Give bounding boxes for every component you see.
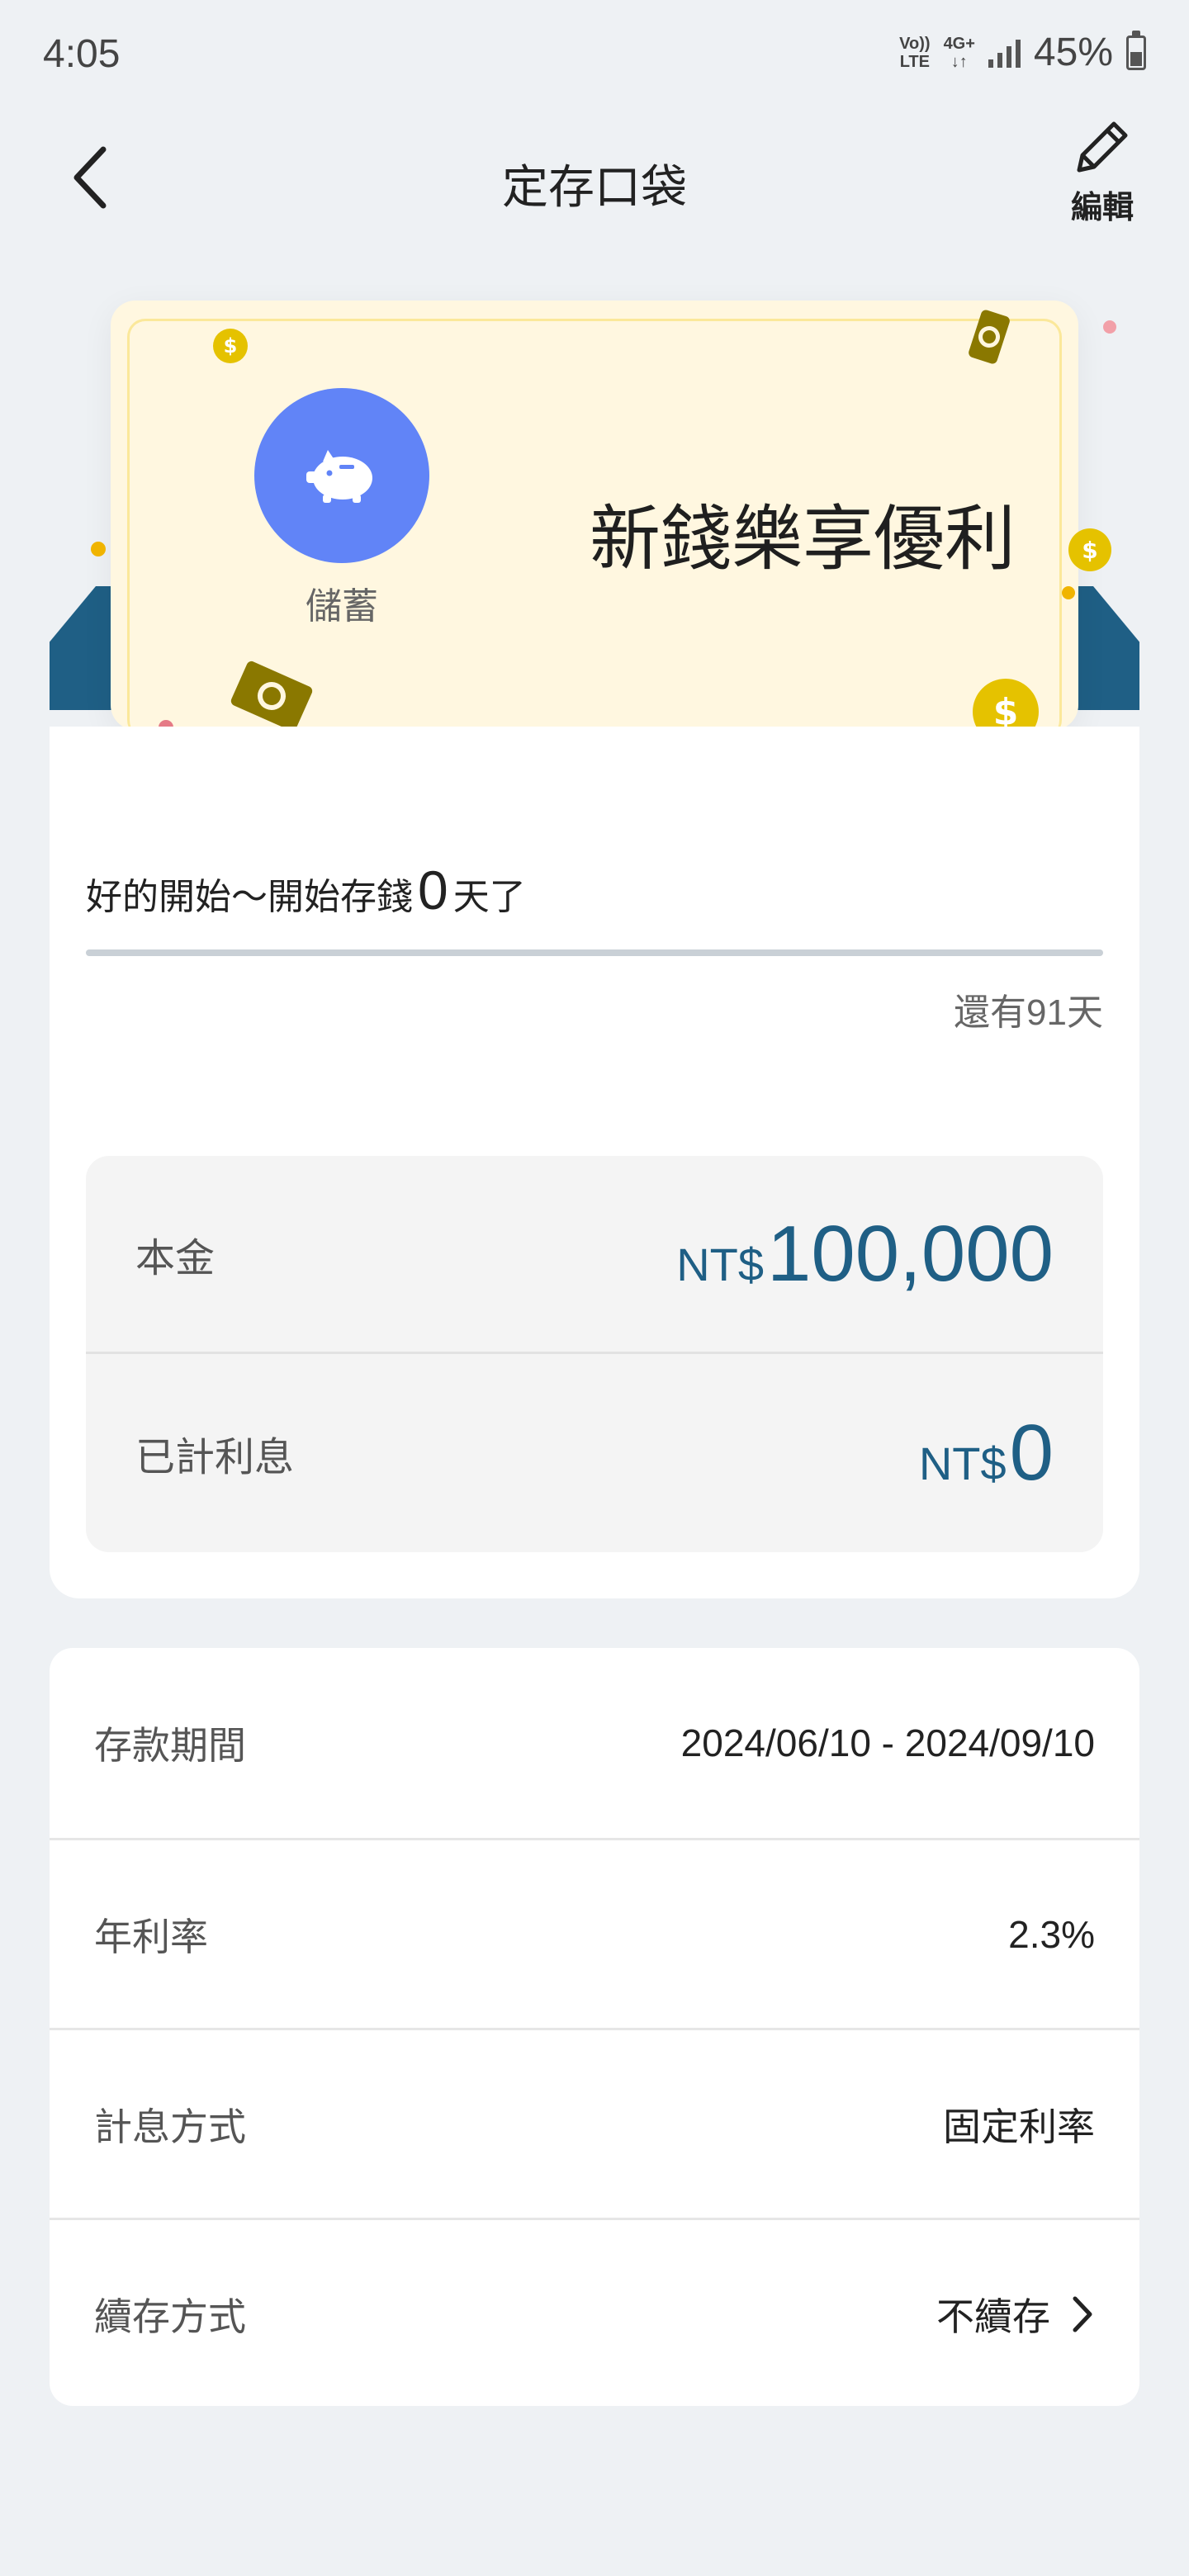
chevron-left-icon xyxy=(73,146,107,209)
ribbon-left xyxy=(50,586,116,710)
confetti-dot xyxy=(1062,586,1075,599)
principal-amount: NT$ 100,000 xyxy=(676,1209,1054,1298)
network-4g-icon: 4G+ ↓↑ xyxy=(943,34,975,71)
progress-bar xyxy=(86,949,1103,956)
detail-row-interest-method: 計息方式 固定利率 xyxy=(50,2028,1139,2218)
status-bar: 4:05 Vo)) LTE 4G+ ↓↑ 45% xyxy=(0,0,1189,107)
progress-panel: 好的開始～開始存錢 0 天了 還有91天 本金 NT$ 100,000 已計利息… xyxy=(50,727,1139,1598)
days-elapsed: 0 xyxy=(418,859,448,921)
pencil-icon xyxy=(1077,121,1128,173)
principal-row: 本金 NT$ 100,000 xyxy=(86,1156,1103,1354)
signal-icon xyxy=(988,38,1021,68)
edit-label: 編輯 xyxy=(1070,191,1134,225)
battery-percent: 45% xyxy=(1033,31,1113,74)
confetti-dot xyxy=(91,542,106,556)
coin-icon: $ xyxy=(213,329,248,363)
ribbon-right xyxy=(1073,586,1139,710)
principal-label: 本金 xyxy=(135,1236,216,1281)
interest-amount: NT$ 0 xyxy=(918,1409,1054,1497)
amount-summary: 本金 NT$ 100,000 已計利息 NT$ 0 xyxy=(86,1156,1103,1552)
status-time: 4:05 xyxy=(43,32,121,76)
chevron-right-icon xyxy=(1073,2296,1092,2332)
volte-icon: Vo)) LTE xyxy=(899,34,931,71)
confetti-dot xyxy=(1103,320,1116,334)
back-button[interactable] xyxy=(58,140,124,215)
battery-icon xyxy=(1126,30,1146,70)
detail-row-renewal[interactable]: 續存方式 不續存 xyxy=(50,2218,1139,2408)
days-remaining: 還有91天 xyxy=(954,992,1103,1033)
pocket-type-label: 儲蓄 xyxy=(306,586,378,627)
edit-button[interactable]: 編輯 xyxy=(1057,116,1148,239)
renewal-value: 不續存 xyxy=(936,2287,1095,2342)
header: 定存口袋 編輯 xyxy=(0,116,1189,239)
page-title: 定存口袋 xyxy=(502,161,687,213)
pocket-name: 新錢樂享優利 xyxy=(590,498,1016,580)
detail-row-rate: 年利率 2.3% xyxy=(50,1838,1139,2028)
pocket-card: 儲蓄 新錢樂享優利 $ $ $ xyxy=(50,297,1139,745)
interest-label: 已計利息 xyxy=(135,1436,295,1480)
status-icons: Vo)) LTE 4G+ ↓↑ 45% xyxy=(899,30,1146,75)
coin-icon: $ xyxy=(1068,528,1111,571)
detail-row-period: 存款期間 2024/06/10 - 2024/09/10 xyxy=(94,1721,1095,1767)
piggy-bank-icon xyxy=(254,388,429,563)
details-list: 存款期間 2024/06/10 - 2024/09/10 年利率 2.3% 計息… xyxy=(50,1648,1139,2406)
interest-row: 已計利息 NT$ 0 xyxy=(86,1354,1103,1552)
progress-message: 好的開始～開始存錢 0 天了 xyxy=(86,859,526,921)
